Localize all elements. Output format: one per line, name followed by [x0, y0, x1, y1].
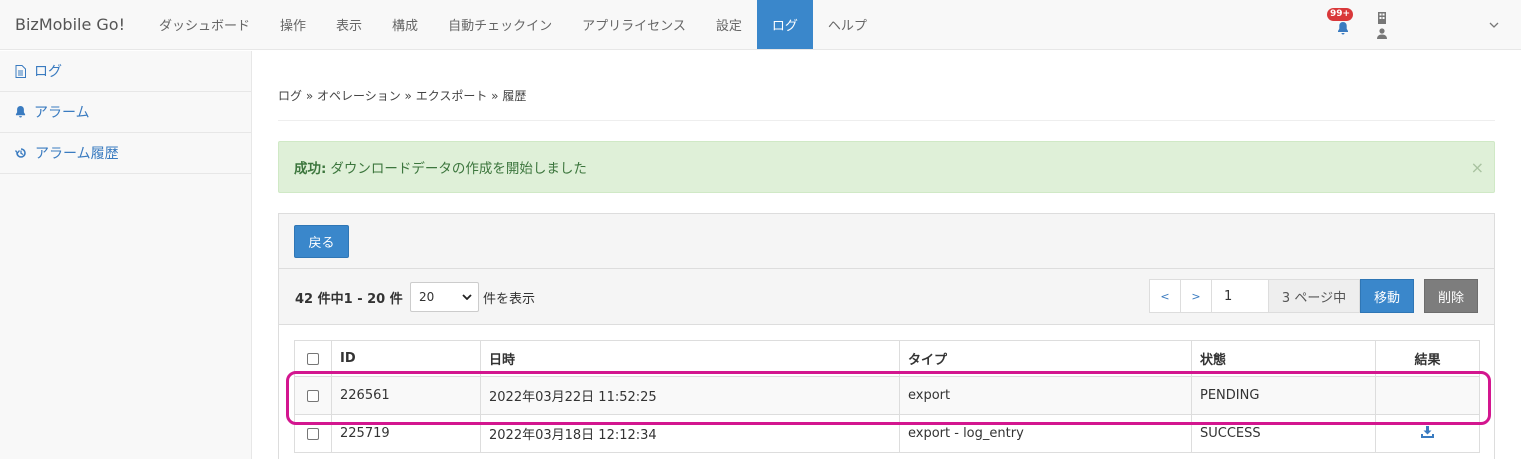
table-row[interactable]: 225719 2022年03月18日 12:12:34 export - log… [294, 414, 1480, 453]
cell-type: export [899, 376, 1192, 415]
cell-datetime: 2022年03月22日 11:52:25 [480, 376, 900, 415]
row-checkbox-cell [294, 376, 332, 415]
select-all-checkbox[interactable] [307, 352, 319, 365]
history-panel: 戻る 42 件中1 - 20 件 20 件を表示 < > 1 3 ページ中 移動… [278, 213, 1495, 459]
chevron-down-icon[interactable] [1489, 22, 1499, 28]
sidebar-item-label: ログ [34, 64, 62, 80]
nav-item-dashboard[interactable]: ダッシュボード [144, 0, 265, 49]
building-icon [1378, 11, 1386, 24]
cell-datetime: 2022年03月18日 12:12:34 [480, 414, 900, 453]
sidebar-item-label: アラーム [34, 105, 90, 121]
nav-item-app-license[interactable]: アプリライセンス [567, 0, 701, 49]
table-row[interactable]: 226561 2022年03月22日 11:52:25 export PENDI… [294, 376, 1480, 415]
user-icon [1377, 27, 1387, 39]
history-icon [15, 148, 26, 158]
nav-item-help[interactable]: ヘルプ [813, 0, 882, 49]
download-icon[interactable] [1421, 425, 1434, 438]
table-header-row: ID 日時 タイプ 状態 結果 [294, 340, 1480, 377]
cell-id: 225719 [331, 414, 481, 453]
record-count: 42 件中1 - 20 件 [295, 292, 403, 307]
nav-item-auto-checkin[interactable]: 自動チェックイン [433, 0, 567, 49]
per-page-label: 件を表示 [483, 292, 536, 307]
navbar-right: 99+ [1327, 0, 1521, 50]
sidebar-item-alarm[interactable]: アラーム [0, 92, 251, 133]
notification-badge: 99+ [1327, 8, 1354, 21]
alert-message: ダウンロードデータの作成を開始しました [330, 161, 587, 177]
breadcrumb: ログ » オペレーション » エクスポート » 履歴 [278, 89, 527, 103]
prev-page-button[interactable]: < [1149, 279, 1181, 313]
header-type[interactable]: タイプ [899, 340, 1192, 377]
bell-icon [1338, 22, 1348, 35]
header-result: 結果 [1375, 340, 1480, 377]
sidebar-item-log[interactable]: ログ [0, 51, 251, 92]
file-text-icon [15, 64, 26, 78]
success-alert: 成功: ダウンロードデータの作成を開始しました × [278, 141, 1495, 193]
bell-icon [15, 106, 26, 118]
row-checkbox[interactable] [307, 389, 319, 402]
cell-status: SUCCESS [1191, 414, 1376, 453]
per-page-value: 20 [419, 290, 435, 304]
header-status[interactable]: 状態 [1191, 340, 1376, 377]
header-datetime[interactable]: 日時 [480, 340, 900, 377]
page-total-label: 3 ページ中 [1268, 279, 1360, 313]
nav-item-config[interactable]: 構成 [377, 0, 433, 49]
row-checkbox[interactable] [307, 427, 319, 440]
delete-button[interactable]: 削除 [1424, 279, 1478, 313]
next-page-button[interactable]: > [1180, 279, 1212, 313]
cell-type: export - log_entry [899, 414, 1192, 453]
select-all-cell [294, 340, 332, 377]
row-checkbox-cell [294, 414, 332, 453]
cell-status: PENDING [1191, 376, 1376, 415]
top-navbar: BizMobile Go! ダッシュボード 操作 表示 構成 自動チェックイン … [0, 0, 1521, 50]
sidebar: ログ アラーム アラーム履歴 [0, 51, 252, 459]
nav-item-log[interactable]: ログ [756, 0, 813, 49]
page-number-input[interactable]: 1 [1211, 279, 1269, 313]
user-menu[interactable] [1375, 11, 1389, 39]
back-button[interactable]: 戻る [294, 225, 349, 258]
header-id[interactable]: ID [331, 340, 481, 377]
cell-result [1375, 414, 1480, 453]
panel-header: 戻る [279, 214, 1494, 269]
alert-strong: 成功: [294, 161, 327, 177]
go-page-button[interactable]: 移動 [1360, 279, 1414, 313]
nav-item-view[interactable]: 表示 [321, 0, 377, 49]
pagination: < > 1 3 ページ中 移動 削除 [1149, 279, 1478, 313]
notification-button[interactable]: 99+ [1327, 8, 1354, 39]
per-page-select[interactable]: 20 [410, 282, 479, 312]
history-table: ID 日時 タイプ 状態 結果 226561 2022年03月22日 11:52… [294, 340, 1480, 453]
divider [278, 120, 1495, 121]
chevron-down-icon [462, 294, 472, 300]
nav-item-operation[interactable]: 操作 [265, 0, 321, 49]
cell-result [1375, 376, 1480, 415]
close-icon[interactable]: × [1471, 158, 1484, 177]
brand-logo[interactable]: BizMobile Go! [0, 0, 144, 49]
panel-toolbar: 42 件中1 - 20 件 20 件を表示 < > 1 3 ページ中 移動 削除 [279, 269, 1494, 325]
nav-item-settings[interactable]: 設定 [701, 0, 757, 49]
sidebar-item-label: アラーム履歴 [35, 146, 119, 162]
sidebar-item-alarm-history[interactable]: アラーム履歴 [0, 133, 251, 174]
cell-id: 226561 [331, 376, 481, 415]
